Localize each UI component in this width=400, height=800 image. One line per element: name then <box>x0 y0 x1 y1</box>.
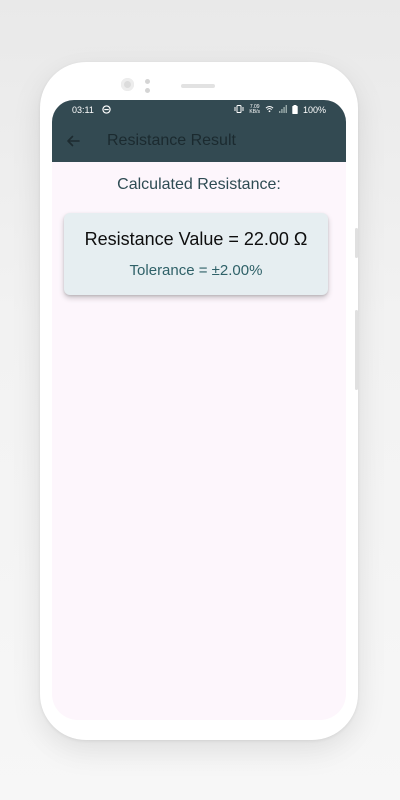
notification-icon <box>102 104 111 116</box>
status-bar: 03:11 7.09 KB/s 100% <box>52 100 346 120</box>
app-bar: Resistance Result <box>52 120 346 162</box>
proximity-sensor <box>145 88 150 93</box>
tolerance-value: Tolerance = ±2.00% <box>129 262 263 279</box>
page-title: Resistance Result <box>107 132 236 149</box>
phone-side-button <box>355 228 358 258</box>
wifi-icon <box>265 105 274 115</box>
front-camera <box>121 78 134 91</box>
battery-percent: 100% <box>302 105 326 115</box>
result-heading: Calculated Resistance: <box>117 176 281 193</box>
signal-icon <box>278 105 287 115</box>
result-content: Calculated Resistance: Resistance Value … <box>52 162 346 295</box>
network-speed: 7.09 KB/s <box>249 105 260 115</box>
phone-side-button <box>355 310 358 390</box>
earpiece-speaker <box>181 84 215 88</box>
result-card: Resistance Value = 22.00 Ω Tolerance = ±… <box>64 213 328 295</box>
arrow-left-icon[interactable] <box>66 134 80 148</box>
battery-icon <box>292 104 298 116</box>
proximity-sensor <box>145 79 150 84</box>
resistance-value: Resistance Value = 22.00 Ω <box>84 229 308 249</box>
status-time: 03:11 <box>72 105 94 115</box>
vibrate-icon <box>234 105 244 115</box>
network-speed-unit: KB/s <box>249 109 260 115</box>
app-screen: 03:11 7.09 KB/s 100% Resistance Result C… <box>52 100 346 720</box>
